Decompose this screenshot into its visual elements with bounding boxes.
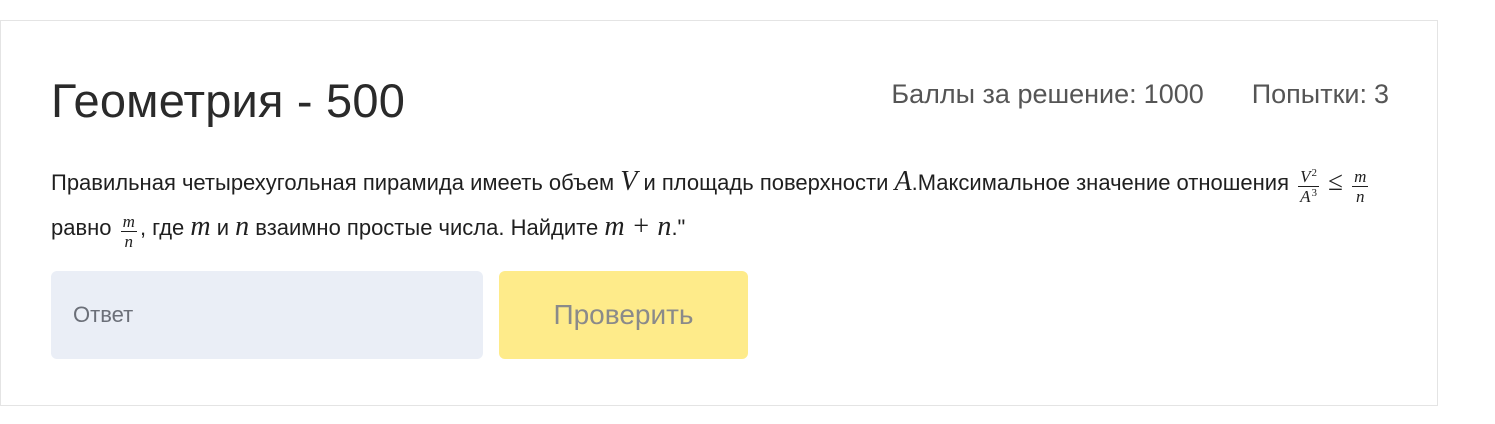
answer-input[interactable] (51, 271, 483, 359)
fraction-m-over-n: mn (1352, 167, 1369, 206)
points-label: Баллы за решение: (891, 79, 1137, 109)
math-var-v: V (620, 166, 638, 197)
problem-text: Правильная четырехугольная пирамида имее… (51, 170, 621, 195)
math-var-m: m (190, 211, 211, 242)
task-meta: Баллы за решение: 1000 Попытки: 3 (891, 79, 1389, 110)
problem-text: равно (51, 215, 118, 240)
fraction-m-over-n: mn (120, 212, 137, 251)
fraction-v2-over-a3: V2 A3 (1298, 167, 1320, 206)
frac-den: n (1355, 187, 1365, 206)
task-card: Геометрия - 500 Баллы за решение: 1000 П… (0, 20, 1438, 406)
math-var-n: n (235, 211, 250, 242)
attempts-info: Попытки: 3 (1252, 79, 1389, 110)
frac-num: m (1352, 167, 1369, 187)
check-button[interactable]: Проверить (499, 271, 748, 359)
frac-den-base: A (1300, 187, 1311, 206)
points-value: 1000 (1143, 79, 1204, 109)
problem-text: и площадь поверхности (637, 170, 895, 195)
problem-text: ." (671, 215, 686, 240)
problem-text: взаимно простые числа. Найдите (249, 215, 605, 240)
problem-text: .Максимальное значение отношения (911, 170, 1296, 195)
task-title: Геометрия - 500 (51, 74, 406, 127)
attempts-value: 3 (1373, 79, 1389, 109)
math-expr-m-plus-n: m + n (604, 211, 672, 242)
problem-text: и (210, 215, 236, 240)
frac-num-exp: 2 (1311, 167, 1318, 179)
frac-num: m (120, 212, 137, 232)
frac-den-exp: 3 (1311, 187, 1318, 199)
math-var-a: A (894, 166, 912, 197)
leq-symbol: ≤ (1328, 166, 1343, 196)
problem-statement: Правильная четырехугольная пирамида имее… (51, 159, 1381, 250)
problem-text: , где (139, 215, 191, 240)
attempts-label: Попытки: (1251, 79, 1367, 109)
frac-den: n (124, 232, 134, 251)
frac-num-base: V (1300, 167, 1311, 186)
points-info: Баллы за решение: 1000 (891, 79, 1203, 110)
